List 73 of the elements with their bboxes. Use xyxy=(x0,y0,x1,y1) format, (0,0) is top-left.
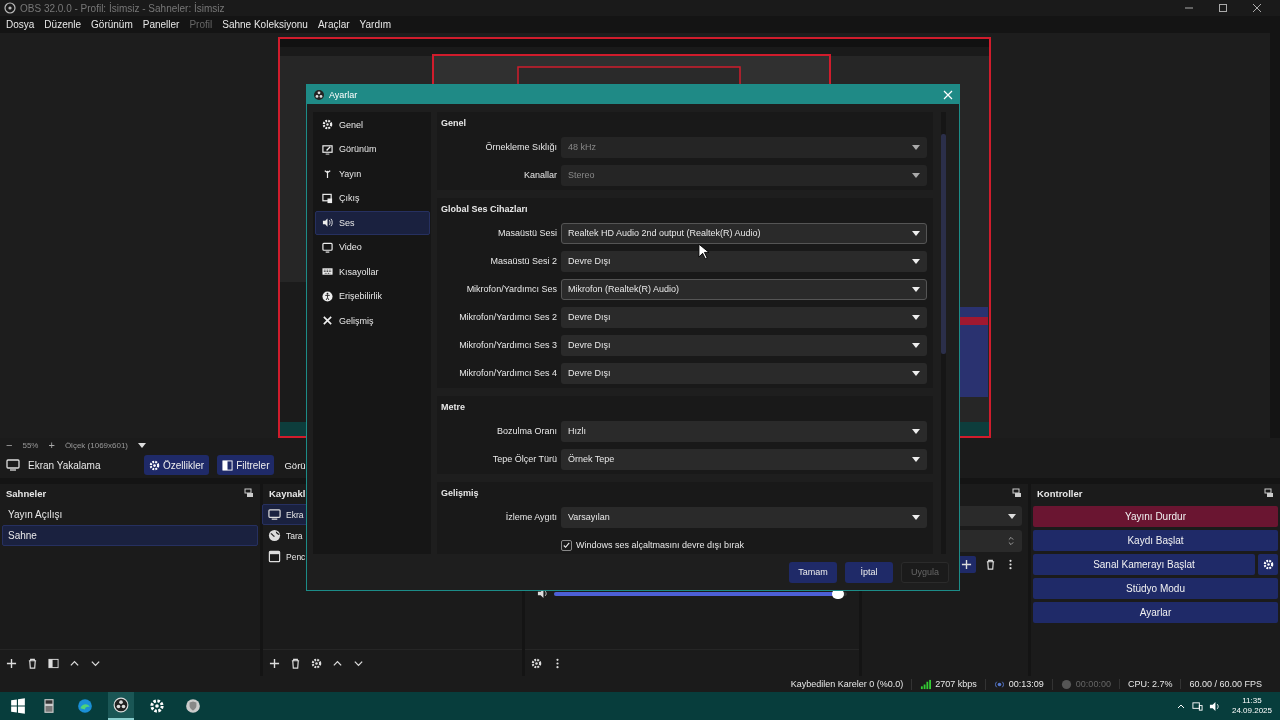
field-label: Mikrofon/Yardımcı Ses 4 xyxy=(458,368,557,378)
field-label: Masaüstü Sesi xyxy=(496,228,557,238)
section-title: Global Ses Cihazları xyxy=(441,203,529,216)
dialog-title: Ayarlar xyxy=(329,89,358,100)
section-title: Gelişmiş xyxy=(441,487,480,500)
source-item[interactable]: Penc xyxy=(262,546,520,567)
dock-title: Kontroller xyxy=(1037,487,1083,499)
scale-dropdown[interactable]: Ölçek (1069x601) xyxy=(64,440,129,450)
menu-item[interactable]: Paneller xyxy=(142,19,180,30)
dock-title: Sahneler xyxy=(6,487,47,499)
field-label: Mikrofon/Yardımcı Ses 3 xyxy=(458,340,557,350)
scene-item[interactable]: Sahne xyxy=(2,525,258,546)
window-title: OBS 32.0.0 - Profil: İsimsiz - Sahneler: İsimsiz xyxy=(20,2,225,14)
settings-nav-item[interactable]: Video xyxy=(315,235,430,259)
dropdown-field[interactable]: Devre Dışı xyxy=(561,362,927,384)
menu-item[interactable]: Dosya xyxy=(6,19,35,30)
dock-title: Kaynakl xyxy=(269,487,306,499)
menu-item[interactable]: Araçlar xyxy=(317,19,350,30)
toolbar-button[interactable]: Görü xyxy=(282,455,308,475)
stream-time: 00:13:09 xyxy=(1008,679,1044,689)
settings-nav-item[interactable]: Görünüm xyxy=(315,137,430,161)
source-item[interactable]: Tara xyxy=(262,525,520,546)
zoom-level: 55% xyxy=(22,440,39,450)
settings-nav-item[interactable]: Çıkış xyxy=(315,186,430,210)
field-label: Masaüstü Sesi 2 xyxy=(489,256,557,266)
dropdown-field[interactable]: Realtek HD Audio 2nd output (Realtek(R) Audio) xyxy=(561,222,927,244)
cpu-usage: CPU: 2.7% xyxy=(1118,679,1181,689)
toolbar-button[interactable]: Filtreler xyxy=(217,455,275,475)
source-name: Ekran Yakalama xyxy=(28,459,102,471)
clock-time[interactable]: 11:35 xyxy=(1242,696,1262,706)
dropdown-field[interactable]: Mikrofon (Realtek(R) Audio) xyxy=(561,278,927,300)
toolbar-button[interactable]: Özellikler xyxy=(144,455,210,475)
settings-nav-item[interactable]: Kısayollar xyxy=(315,260,430,284)
control-button[interactable]: Sanal Kamerayı Başlat xyxy=(1033,554,1255,575)
menu-item[interactable]: Görünüm xyxy=(91,19,133,30)
dialog-button[interactable]: Tamam xyxy=(789,561,837,583)
fps-readout: 60.00 / 60.00 FPS xyxy=(1180,679,1270,689)
field-label: Kanallar xyxy=(522,170,557,180)
menu-item[interactable]: Düzenle xyxy=(44,19,82,30)
settings-nav-item[interactable]: Gelişmiş xyxy=(315,309,430,333)
zoom-out-button[interactable]: − xyxy=(6,439,13,451)
field-label: Örnekleme Sıklığı xyxy=(484,142,557,152)
dropped-frames: Kaybedilen Kareler 0 (%0.0) xyxy=(782,679,912,689)
clock-date[interactable]: 24.09.2025 xyxy=(1231,706,1272,716)
dropdown-field[interactable]: Varsayılan xyxy=(561,506,927,528)
dropdown-field[interactable]: Devre Dışı xyxy=(561,250,927,272)
dropdown-field[interactable]: Devre Dışı xyxy=(561,334,927,356)
settings-nav-item[interactable]: Ses xyxy=(315,211,430,235)
dialog-button[interactable]: İptal xyxy=(845,561,893,583)
settings-nav-item[interactable]: Genel xyxy=(315,113,430,137)
dropdown-field[interactable]: Örnek Tepe xyxy=(561,448,927,470)
menu-item[interactable]: Sahne Koleksiyonu xyxy=(222,19,308,30)
settings-nav-item[interactable]: Erişebilirlik xyxy=(315,284,430,308)
field-label: Tepe Ölçer Türü xyxy=(491,454,557,464)
bitrate: 2707 kbps xyxy=(935,679,977,689)
control-button[interactable]: Kaydı Başlat xyxy=(1033,530,1278,551)
field-label: Bozulma Oranı xyxy=(495,426,557,436)
settings-nav-item[interactable]: Yayın xyxy=(315,162,430,186)
section-title: Genel xyxy=(441,117,467,130)
field-label: İzleme Aygıtı xyxy=(504,512,557,522)
checkbox-label: Windows ses alçaltmasını devre dışı bırak xyxy=(576,540,745,550)
control-button[interactable]: Stüdyo Modu xyxy=(1033,578,1278,599)
section-title: Metre xyxy=(441,401,466,414)
control-button[interactable]: Ayarlar xyxy=(1033,602,1278,623)
field-label: Mikrofon/Yardımcı Ses 2 xyxy=(458,312,557,322)
record-time: 00:00:00 xyxy=(1075,679,1111,689)
zoom-in-button[interactable]: + xyxy=(48,439,55,451)
menu-item[interactable]: Yardım xyxy=(359,19,392,30)
field-label: Mikrofon/Yardımcı Ses xyxy=(465,284,557,294)
dropdown-field[interactable]: Hızlı xyxy=(561,420,927,442)
dropdown-field[interactable]: Devre Dışı xyxy=(561,306,927,328)
scene-item[interactable]: Yayın Açılışı xyxy=(2,504,258,525)
control-button[interactable]: Yayını Durdur xyxy=(1033,506,1278,527)
